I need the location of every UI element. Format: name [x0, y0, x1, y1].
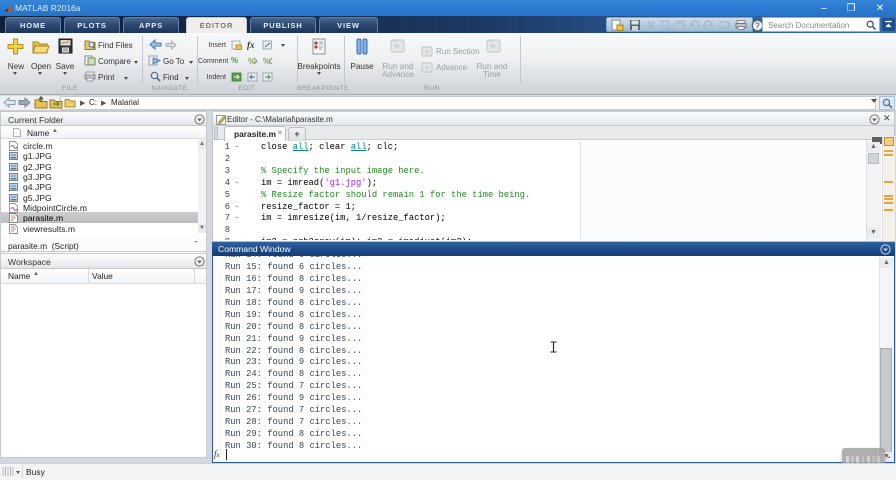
- svg-text:?: ?: [755, 21, 760, 31]
